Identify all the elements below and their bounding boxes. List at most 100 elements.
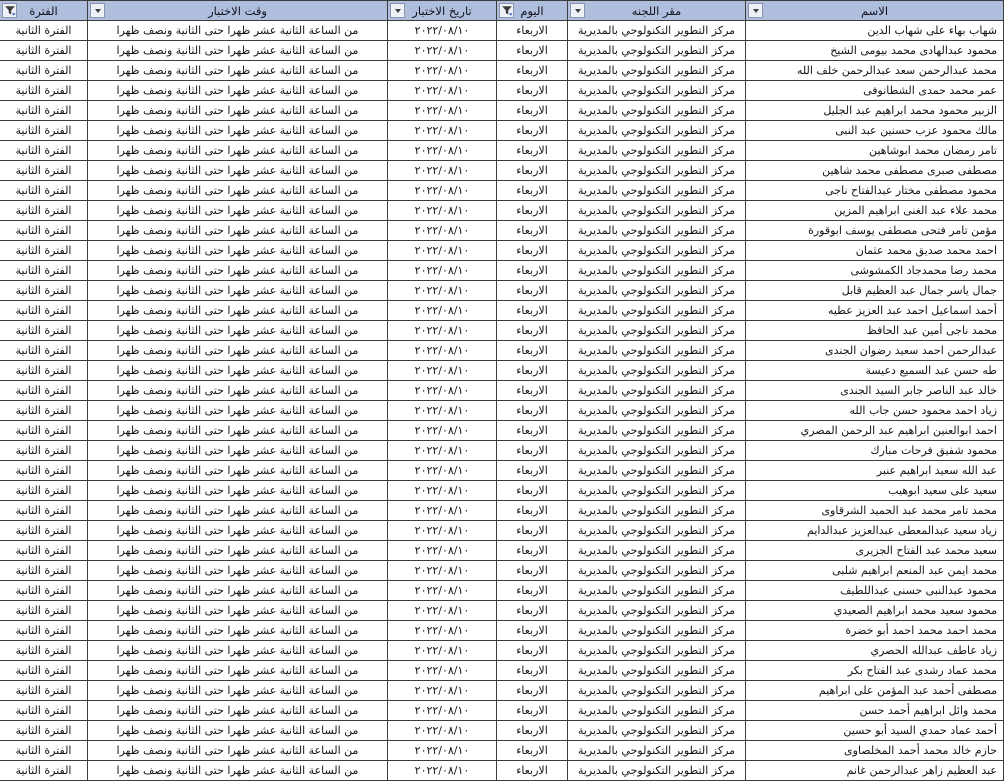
name-cell[interactable]: محمد وائل ابراهيم أحمد حسن (746, 701, 1004, 721)
day-cell[interactable]: الاربعاء (497, 101, 568, 121)
period-cell[interactable]: الفترة الثانية (0, 701, 88, 721)
filter-button-date[interactable] (390, 3, 405, 18)
period-cell[interactable]: الفترة الثانية (0, 501, 88, 521)
day-cell[interactable]: الاربعاء (497, 261, 568, 281)
time-cell[interactable]: من الساعة الثانية عشر ظهرا حتى الثانية و… (88, 421, 388, 441)
committee-cell[interactable]: مركز التطوير التكنولوجي بالمديرية (568, 161, 746, 181)
period-cell[interactable]: الفترة الثانية (0, 681, 88, 701)
time-cell[interactable]: من الساعة الثانية عشر ظهرا حتى الثانية و… (88, 701, 388, 721)
day-cell[interactable]: الاربعاء (497, 401, 568, 421)
time-cell[interactable]: من الساعة الثانية عشر ظهرا حتى الثانية و… (88, 101, 388, 121)
date-cell[interactable]: ٢٠٢٢/٠٨/١٠ (388, 341, 497, 361)
date-cell[interactable]: ٢٠٢٢/٠٨/١٠ (388, 81, 497, 101)
date-cell[interactable]: ٢٠٢٢/٠٨/١٠ (388, 741, 497, 761)
period-cell[interactable]: الفترة الثانية (0, 201, 88, 221)
period-cell[interactable]: الفترة الثانية (0, 321, 88, 341)
time-cell[interactable]: من الساعة الثانية عشر ظهرا حتى الثانية و… (88, 461, 388, 481)
period-cell[interactable]: الفترة الثانية (0, 381, 88, 401)
period-cell[interactable]: الفترة الثانية (0, 281, 88, 301)
date-cell[interactable]: ٢٠٢٢/٠٨/١٠ (388, 141, 497, 161)
name-cell[interactable]: تامر رمضان محمد ابوشاهين (746, 141, 1004, 161)
period-cell[interactable]: الفترة الثانية (0, 721, 88, 741)
day-cell[interactable]: الاربعاء (497, 361, 568, 381)
period-cell[interactable]: الفترة الثانية (0, 81, 88, 101)
committee-cell[interactable]: مركز التطوير التكنولوجي بالمديرية (568, 141, 746, 161)
date-cell[interactable]: ٢٠٢٢/٠٨/١٠ (388, 661, 497, 681)
period-cell[interactable]: الفترة الثانية (0, 41, 88, 61)
day-cell[interactable]: الاربعاء (497, 541, 568, 561)
time-cell[interactable]: من الساعة الثانية عشر ظهرا حتى الثانية و… (88, 501, 388, 521)
date-cell[interactable]: ٢٠٢٢/٠٨/١٠ (388, 401, 497, 421)
column-header-time[interactable]: وقت الاختبار (88, 1, 388, 21)
time-cell[interactable]: من الساعة الثانية عشر ظهرا حتى الثانية و… (88, 241, 388, 261)
name-cell[interactable]: محمد علاء عبد الغنى ابراهيم المزين (746, 201, 1004, 221)
time-cell[interactable]: من الساعة الثانية عشر ظهرا حتى الثانية و… (88, 521, 388, 541)
name-cell[interactable]: أحمد عماد حمدي السيد أبو حسين (746, 721, 1004, 741)
day-cell[interactable]: الاربعاء (497, 501, 568, 521)
name-cell[interactable]: سعيد على سعيد ابوهيب (746, 481, 1004, 501)
date-cell[interactable]: ٢٠٢٢/٠٨/١٠ (388, 581, 497, 601)
name-cell[interactable]: زياد سعيد عبدالمعطى عبدالعزيز عبدالدايم (746, 521, 1004, 541)
day-cell[interactable]: الاربعاء (497, 21, 568, 41)
time-cell[interactable]: من الساعة الثانية عشر ظهرا حتى الثانية و… (88, 161, 388, 181)
time-cell[interactable]: من الساعة الثانية عشر ظهرا حتى الثانية و… (88, 221, 388, 241)
name-cell[interactable]: محمد احمد محمد احمد أبو خضرة (746, 621, 1004, 641)
name-cell[interactable]: محمد رضا محمدجاد الكمشوشى (746, 261, 1004, 281)
committee-cell[interactable]: مركز التطوير التكنولوجي بالمديرية (568, 661, 746, 681)
day-cell[interactable]: الاربعاء (497, 681, 568, 701)
date-cell[interactable]: ٢٠٢٢/٠٨/١٠ (388, 481, 497, 501)
period-cell[interactable]: الفترة الثانية (0, 101, 88, 121)
committee-cell[interactable]: مركز التطوير التكنولوجي بالمديرية (568, 241, 746, 261)
date-cell[interactable]: ٢٠٢٢/٠٨/١٠ (388, 501, 497, 521)
name-cell[interactable]: مالك محمود عزب حسنين عبد النبى (746, 121, 1004, 141)
date-cell[interactable]: ٢٠٢٢/٠٨/١٠ (388, 521, 497, 541)
day-cell[interactable]: الاربعاء (497, 121, 568, 141)
name-cell[interactable]: محمود عبدالنبى حسنى عبداللطيف (746, 581, 1004, 601)
committee-cell[interactable]: مركز التطوير التكنولوجي بالمديرية (568, 741, 746, 761)
name-cell[interactable]: شهاب بهاء على شهاب الدين (746, 21, 1004, 41)
date-cell[interactable]: ٢٠٢٢/٠٨/١٠ (388, 201, 497, 221)
period-cell[interactable]: الفترة الثانية (0, 641, 88, 661)
time-cell[interactable]: من الساعة الثانية عشر ظهرا حتى الثانية و… (88, 361, 388, 381)
period-cell[interactable]: الفترة الثانية (0, 561, 88, 581)
committee-cell[interactable]: مركز التطوير التكنولوجي بالمديرية (568, 361, 746, 381)
period-cell[interactable]: الفترة الثانية (0, 141, 88, 161)
filter-button-time[interactable] (90, 3, 105, 18)
day-cell[interactable]: الاربعاء (497, 221, 568, 241)
period-cell[interactable]: الفترة الثانية (0, 461, 88, 481)
period-cell[interactable]: الفترة الثانية (0, 541, 88, 561)
day-cell[interactable]: الاربعاء (497, 281, 568, 301)
date-cell[interactable]: ٢٠٢٢/٠٨/١٠ (388, 181, 497, 201)
column-header-committee[interactable]: مقر اللجنه (568, 1, 746, 21)
date-cell[interactable]: ٢٠٢٢/٠٨/١٠ (388, 681, 497, 701)
time-cell[interactable]: من الساعة الثانية عشر ظهرا حتى الثانية و… (88, 681, 388, 701)
period-cell[interactable]: الفترة الثانية (0, 741, 88, 761)
period-cell[interactable]: الفترة الثانية (0, 761, 88, 781)
period-cell[interactable]: الفترة الثانية (0, 21, 88, 41)
day-cell[interactable]: الاربعاء (497, 61, 568, 81)
name-cell[interactable]: زياد احمد محمود حسن جاب الله (746, 401, 1004, 421)
day-cell[interactable]: الاربعاء (497, 201, 568, 221)
period-cell[interactable]: الفترة الثانية (0, 121, 88, 141)
name-cell[interactable]: طه حسن عبد السميع دعيسة (746, 361, 1004, 381)
period-cell[interactable]: الفترة الثانية (0, 301, 88, 321)
name-cell[interactable]: محمد ايمن عبد المنعم ابراهيم شلبى (746, 561, 1004, 581)
column-header-period[interactable]: الفترة (0, 1, 88, 21)
date-cell[interactable]: ٢٠٢٢/٠٨/١٠ (388, 261, 497, 281)
name-cell[interactable]: محمد تامر محمد عبد الحميد الشرقاوى (746, 501, 1004, 521)
day-cell[interactable]: الاربعاء (497, 561, 568, 581)
date-cell[interactable]: ٢٠٢٢/٠٨/١٠ (388, 421, 497, 441)
committee-cell[interactable]: مركز التطوير التكنولوجي بالمديرية (568, 341, 746, 361)
name-cell[interactable]: عمر محمد حمدى الشطانوفى (746, 81, 1004, 101)
date-cell[interactable]: ٢٠٢٢/٠٨/١٠ (388, 721, 497, 741)
time-cell[interactable]: من الساعة الثانية عشر ظهرا حتى الثانية و… (88, 661, 388, 681)
period-cell[interactable]: الفترة الثانية (0, 361, 88, 381)
time-cell[interactable]: من الساعة الثانية عشر ظهرا حتى الثانية و… (88, 281, 388, 301)
day-cell[interactable]: الاربعاء (497, 141, 568, 161)
committee-cell[interactable]: مركز التطوير التكنولوجي بالمديرية (568, 201, 746, 221)
day-cell[interactable]: الاربعاء (497, 301, 568, 321)
time-cell[interactable]: من الساعة الثانية عشر ظهرا حتى الثانية و… (88, 341, 388, 361)
time-cell[interactable]: من الساعة الثانية عشر ظهرا حتى الثانية و… (88, 121, 388, 141)
date-cell[interactable]: ٢٠٢٢/٠٨/١٠ (388, 641, 497, 661)
date-cell[interactable]: ٢٠٢٢/٠٨/١٠ (388, 361, 497, 381)
